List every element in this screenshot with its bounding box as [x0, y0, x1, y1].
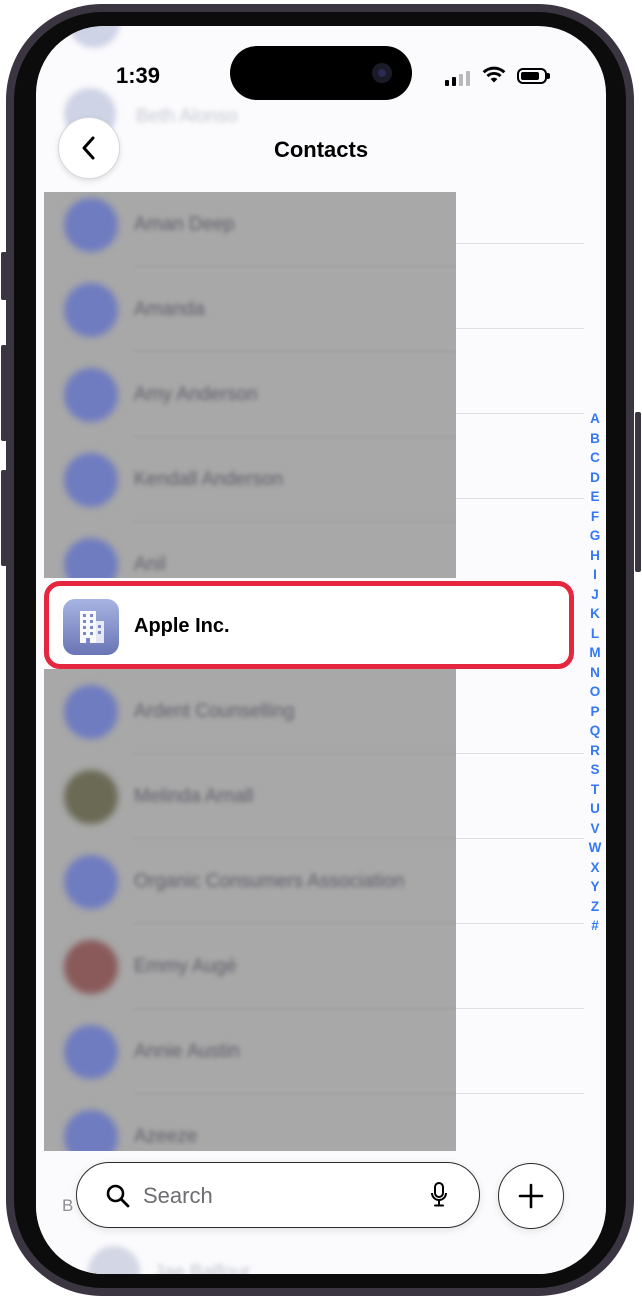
contact-avatar	[64, 368, 118, 422]
power-button	[635, 412, 641, 572]
index-letter[interactable]: C	[587, 448, 603, 468]
index-letter[interactable]: Q	[587, 721, 603, 741]
list-item[interactable]: Melinda Arnall	[44, 754, 456, 839]
add-contact-button[interactable]	[498, 1163, 564, 1229]
row-separator	[456, 328, 584, 329]
building-icon	[80, 611, 104, 643]
blurred-contacts-above: Aman Deep Amanda Amy Anderson Kendall An…	[44, 192, 456, 578]
index-letter[interactable]: Y	[587, 877, 603, 897]
row-separator	[456, 243, 584, 244]
row-separator	[456, 413, 584, 414]
list-item[interactable]: Kendall Anderson	[44, 437, 456, 522]
contact-name: Ardent Counselling	[134, 701, 295, 722]
index-letter[interactable]: F	[587, 507, 603, 527]
list-item[interactable]: Amanda	[44, 267, 456, 352]
plus-icon	[518, 1183, 544, 1209]
contact-name: Azeeze	[134, 1126, 198, 1147]
status-time: 1:39	[116, 63, 161, 88]
battery-icon	[517, 68, 550, 84]
contact-avatar	[64, 283, 118, 337]
index-letter[interactable]: Z	[587, 897, 603, 917]
index-letter[interactable]: L	[587, 624, 603, 644]
index-letter[interactable]: M	[587, 643, 603, 663]
index-letter[interactable]: G	[587, 526, 603, 546]
contact-name: Emmy Augé	[134, 956, 237, 977]
dynamic-island	[230, 46, 412, 100]
list-item[interactable]: Azeeze	[44, 1094, 456, 1157]
contact-avatar	[64, 453, 118, 507]
search-icon	[106, 1184, 130, 1208]
index-letter[interactable]: U	[587, 799, 603, 819]
contact-avatar	[64, 1110, 118, 1157]
index-letter[interactable]: T	[587, 780, 603, 800]
search-input[interactable]: Search	[76, 1162, 480, 1228]
list-item[interactable]: Ardent Counselling	[44, 669, 456, 754]
index-letter[interactable]: H	[587, 546, 603, 566]
row-separator	[456, 923, 584, 924]
contact-avatar	[64, 940, 118, 994]
index-letter[interactable]: S	[587, 760, 603, 780]
index-letter[interactable]: P	[587, 702, 603, 722]
list-item[interactable]: Annie Austin	[44, 1009, 456, 1094]
contact-name: Apple Inc.	[134, 615, 230, 637]
row-separator	[456, 1008, 584, 1009]
index-letter[interactable]: B	[587, 429, 603, 449]
index-letter[interactable]: V	[587, 819, 603, 839]
cellular-signal-icon	[445, 70, 471, 86]
ghost-contact-name: Jae Balfour	[154, 1262, 251, 1274]
blurred-contacts-below: Ardent Counselling Melinda Arnall Organi…	[44, 669, 456, 1157]
contact-name: Amy Anderson	[134, 384, 258, 405]
list-item[interactable]: Amy Anderson	[44, 352, 456, 437]
contact-row-highlighted[interactable]: Apple Inc.	[44, 581, 574, 669]
microphone-icon[interactable]	[429, 1181, 449, 1209]
page-title: Contacts	[273, 137, 369, 162]
index-letter[interactable]: W	[587, 838, 603, 858]
index-letter[interactable]: O	[587, 682, 603, 702]
index-letter[interactable]: N	[587, 663, 603, 683]
contact-name: Kendall Anderson	[134, 469, 283, 490]
index-letter[interactable]: E	[587, 487, 603, 507]
contact-avatar	[64, 770, 118, 824]
list-item[interactable]: Emmy Augé	[44, 924, 456, 1009]
index-letter[interactable]: J	[587, 585, 603, 605]
ghost-avatar-top	[68, 26, 120, 48]
index-letter[interactable]: A	[587, 409, 603, 429]
row-separator	[456, 1093, 584, 1094]
index-letter[interactable]: K	[587, 604, 603, 624]
index-letter[interactable]: R	[587, 741, 603, 761]
row-separator	[456, 498, 584, 499]
search-placeholder: Search	[143, 1183, 213, 1208]
contact-avatar	[64, 198, 118, 252]
list-item[interactable]: Anil	[44, 522, 456, 578]
contact-name: Anil	[134, 554, 166, 575]
row-separator	[456, 838, 584, 839]
index-letter[interactable]: #	[587, 916, 603, 936]
contact-avatar	[64, 855, 118, 909]
contact-name: Aman Deep	[134, 214, 235, 235]
ghost-contact-name: Beth Alonso	[136, 106, 238, 127]
section-header: B	[62, 1196, 74, 1215]
contact-name: Amanda	[134, 299, 205, 320]
index-letter[interactable]: D	[587, 468, 603, 488]
contact-name: Melinda Arnall	[134, 786, 254, 807]
row-separator	[456, 753, 584, 754]
index-letter[interactable]: I	[587, 565, 603, 585]
contact-name: Organic Consumers Association	[134, 871, 405, 892]
list-item[interactable]: Organic Consumers Association	[44, 839, 456, 924]
contact-avatar	[64, 685, 118, 739]
contact-avatar	[64, 1025, 118, 1079]
contact-avatar	[64, 538, 118, 578]
company-avatar	[63, 599, 119, 655]
front-camera	[372, 63, 392, 83]
index-letter[interactable]: X	[587, 858, 603, 878]
alphabet-index[interactable]: A B C D E F G H I J K L M N O P Q R S T …	[587, 409, 603, 936]
list-item[interactable]: Aman Deep	[44, 192, 456, 267]
wifi-icon	[482, 66, 506, 83]
contact-name: Annie Austin	[134, 1041, 240, 1062]
phone-screen: Beth Alonso 1:39 Contacts Aman Deep Aman…	[36, 26, 606, 1274]
